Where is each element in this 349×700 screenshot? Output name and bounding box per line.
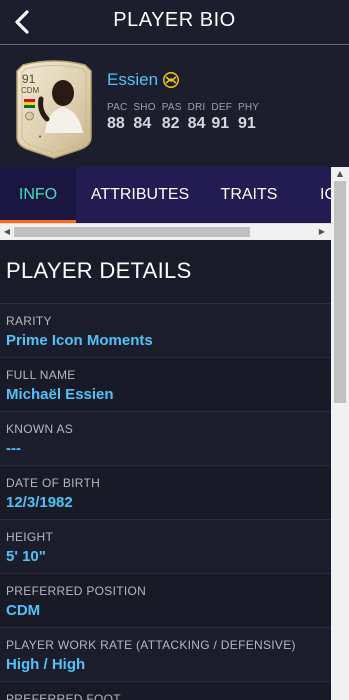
detail-row-preferred-foot: PREFERRED FOOT xyxy=(0,681,331,700)
detail-value: --- xyxy=(6,440,21,457)
detail-label: DATE OF BIRTH xyxy=(6,476,101,490)
detail-label: FULL NAME xyxy=(6,368,76,382)
detail-row-full-name: FULL NAME Michaël Essien xyxy=(0,357,331,411)
stat-label: PHY xyxy=(238,102,260,113)
detail-row-known-as: KNOWN AS --- xyxy=(0,411,331,465)
tab-icons[interactable]: IC xyxy=(310,167,331,223)
player-card-image[interactable]: • 91 CDM xyxy=(11,59,97,159)
detail-row-date-of-birth: DATE OF BIRTH 12/3/1982 xyxy=(0,465,331,519)
detail-label: KNOWN AS xyxy=(6,422,74,436)
stat-def: DEF 91 xyxy=(211,102,232,133)
page-title: PLAYER BIO xyxy=(113,9,236,31)
detail-value: High / High xyxy=(6,656,86,673)
tab-info[interactable]: INFO xyxy=(0,167,76,223)
tab-bar: INFO ATTRIBUTES TRAITS IC xyxy=(0,167,331,223)
card-rating: 91 xyxy=(22,72,36,86)
horizontal-scrollbar[interactable]: ◀ ▶ xyxy=(0,223,331,240)
vertical-scrollbar[interactable]: ▲ xyxy=(331,167,349,700)
detail-row-work-rate: PLAYER WORK RATE (ATTACKING / DEFENSIVE)… xyxy=(0,627,331,681)
details-list: RARITY Prime Icon Moments FULL NAME Mich… xyxy=(0,303,331,700)
stat-value: 84 xyxy=(133,115,152,132)
detail-label: HEIGHT xyxy=(6,530,54,544)
detail-value: Michaël Essien xyxy=(6,386,114,403)
stat-pas: PAS 82 xyxy=(162,102,182,133)
detail-label: PLAYER WORK RATE (ATTACKING / DEFENSIVE) xyxy=(6,638,296,652)
scroll-left-arrow-icon[interactable]: ◀ xyxy=(2,227,12,237)
detail-label: PREFERRED FOOT xyxy=(6,692,121,700)
detail-value: 12/3/1982 xyxy=(6,494,73,511)
stat-value: 84 xyxy=(187,115,206,132)
stat-label: PAC xyxy=(107,102,128,113)
player-name: Essien xyxy=(107,70,159,89)
card-position: CDM xyxy=(21,86,40,95)
stat-value: 88 xyxy=(107,115,125,132)
tab-traits[interactable]: TRAITS xyxy=(212,167,286,223)
detail-row-preferred-position: PREFERRED POSITION CDM xyxy=(0,573,331,627)
stat-label: DEF xyxy=(211,102,233,113)
stat-dri: DRI 84 xyxy=(188,102,206,133)
detail-label: RARITY xyxy=(6,314,52,328)
detail-value: CDM xyxy=(6,602,41,619)
detail-row-height: HEIGHT 5' 10" xyxy=(0,519,331,573)
stat-pac: PAC 88 xyxy=(107,102,127,133)
player-name-row: Essien xyxy=(107,70,180,90)
detail-row-rarity: RARITY Prime Icon Moments xyxy=(0,303,331,357)
tab-attributes[interactable]: ATTRIBUTES xyxy=(86,167,194,223)
player-details-panel: PLAYER DETAILS RARITY Prime Icon Moments… xyxy=(0,241,331,700)
stat-phy: PHY 91 xyxy=(238,102,259,133)
stat-value: 91 xyxy=(238,115,256,132)
stat-label: DRI xyxy=(187,102,206,113)
detail-value: 5' 10" xyxy=(6,548,46,565)
top-bar: PLAYER BIO xyxy=(0,0,349,45)
detail-value: Prime Icon Moments xyxy=(6,332,153,349)
player-header: • 91 CDM Essien PAC 88 SHO 84 PAS 82 DRI xyxy=(0,46,349,167)
scroll-right-arrow-icon[interactable]: ▶ xyxy=(317,227,327,237)
stat-value: 82 xyxy=(161,115,180,132)
horizontal-scroll-thumb[interactable] xyxy=(14,227,250,237)
detail-label: PREFERRED POSITION xyxy=(6,584,147,598)
vertical-scroll-thumb[interactable] xyxy=(334,181,346,403)
svg-text:•: • xyxy=(38,133,42,141)
scroll-up-arrow-icon[interactable]: ▲ xyxy=(335,169,345,179)
stat-sho: SHO 84 xyxy=(133,102,155,133)
player-stats: PAC 88 SHO 84 PAS 82 DRI 84 DEF 91 PHY 9… xyxy=(107,102,265,133)
stat-label: PAS xyxy=(161,102,182,113)
section-title: PLAYER DETAILS xyxy=(6,258,192,283)
icon-badge-icon xyxy=(162,71,180,89)
stat-label: SHO xyxy=(133,102,156,113)
stat-value: 91 xyxy=(211,115,230,132)
